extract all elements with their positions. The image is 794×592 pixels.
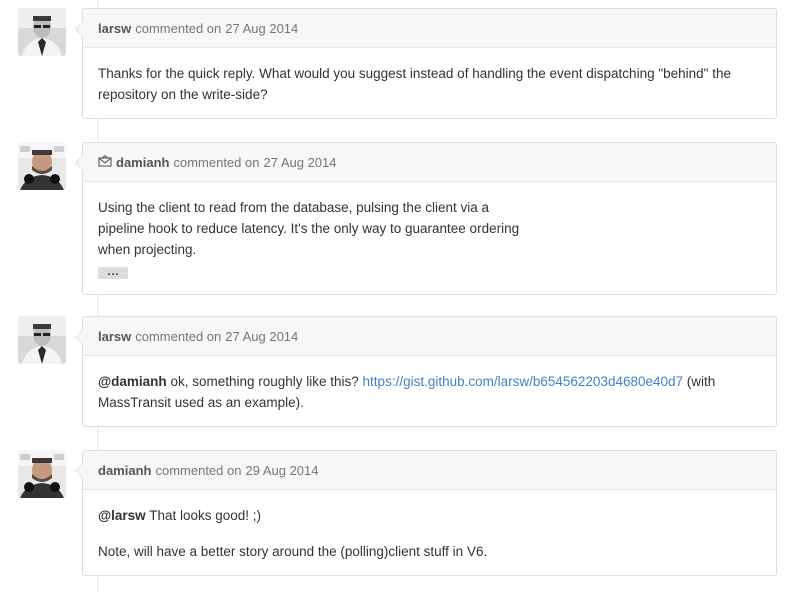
comment-text-segment: That looks good! ;) bbox=[145, 508, 262, 523]
user-mention[interactable]: @larsw bbox=[98, 508, 146, 523]
comment-4: damianh commented on 29 Aug 2014 @larsw … bbox=[75, 450, 777, 576]
comment-3: larsw commented on 27 Aug 2014 @damianh … bbox=[75, 316, 777, 427]
comment-timestamp[interactable]: 27 Aug 2014 bbox=[263, 155, 336, 170]
comment-text-line: pipeline hook to reduce latency. It's th… bbox=[98, 221, 520, 236]
comment-body: Thanks for the quick reply. What would y… bbox=[83, 48, 776, 118]
comment-text: @damianh ok, something roughly like this… bbox=[98, 371, 761, 413]
avatar-larsw[interactable] bbox=[18, 316, 66, 364]
comment-text: @larsw That looks good! ;) bbox=[98, 505, 761, 526]
avatar-damianh[interactable] bbox=[18, 450, 66, 498]
comment-text: Note, will have a better story around th… bbox=[98, 544, 488, 559]
email-reply-icon bbox=[98, 154, 112, 170]
comment-author[interactable]: larsw bbox=[98, 21, 131, 36]
comment-author[interactable]: larsw bbox=[98, 329, 131, 344]
comment-2: damianh commented on 27 Aug 2014 Using t… bbox=[75, 142, 777, 295]
comment-text-line: Using the client to read from the databa… bbox=[98, 200, 489, 215]
comment-header: damianh commented on 27 Aug 2014 bbox=[83, 143, 776, 182]
comment-action: commented on bbox=[173, 154, 260, 170]
comment-header: damianh commented on 29 Aug 2014 bbox=[83, 451, 776, 490]
comment-body: Using the client to read from the databa… bbox=[83, 182, 776, 294]
comment-text: Thanks for the quick reply. What would y… bbox=[98, 66, 731, 102]
comment-author[interactable]: damianh bbox=[116, 155, 169, 170]
comment-text-segment: ok, something roughly like this? bbox=[166, 374, 363, 389]
expand-hidden-text-button[interactable]: … bbox=[98, 265, 128, 279]
comment-action: commented on bbox=[155, 462, 242, 478]
comment-text-line: when projecting. bbox=[98, 242, 197, 257]
user-mention[interactable]: @damianh bbox=[98, 374, 167, 389]
comment-body: @larsw That looks good! ;) Note, will ha… bbox=[83, 490, 776, 575]
avatar-larsw[interactable] bbox=[18, 8, 66, 56]
gist-link[interactable]: https://gist.github.com/larsw/b654562203… bbox=[363, 374, 683, 389]
comment-1: larsw commented on 27 Aug 2014 Thanks fo… bbox=[75, 8, 777, 119]
comment-header: larsw commented on 27 Aug 2014 bbox=[83, 317, 776, 356]
comment-header: larsw commented on 27 Aug 2014 bbox=[83, 9, 776, 48]
avatar-damianh[interactable] bbox=[18, 142, 66, 190]
comment-action: commented on bbox=[135, 20, 222, 36]
comment-body: @damianh ok, something roughly like this… bbox=[83, 356, 776, 426]
comment-timestamp[interactable]: 29 Aug 2014 bbox=[245, 463, 318, 478]
comment-action: commented on bbox=[135, 328, 222, 344]
comment-author[interactable]: damianh bbox=[98, 463, 151, 478]
comment-timestamp[interactable]: 27 Aug 2014 bbox=[225, 329, 298, 344]
comment-timestamp[interactable]: 27 Aug 2014 bbox=[225, 21, 298, 36]
